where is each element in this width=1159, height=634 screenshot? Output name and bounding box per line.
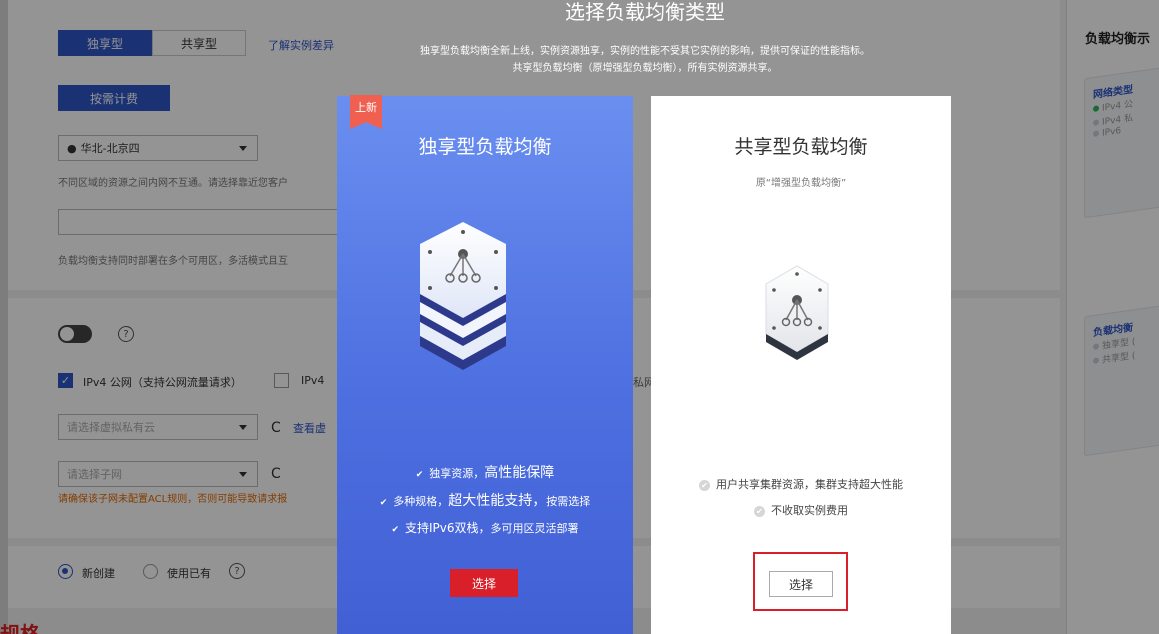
dedicated-server-stack-icon <box>420 222 506 370</box>
check-icon: ✔ <box>754 505 765 517</box>
shared-feature: ✔ 用户共享集群资源，集群支持超大性能 <box>651 476 951 492</box>
dedicated-feature: ✔ 支持IPv6双栈，多可用区灵活部署 <box>391 521 579 535</box>
check-icon: ✔ <box>699 479 710 491</box>
shared-server-icon <box>765 265 829 360</box>
dedicated-lb-title: 独享型负载均衡 <box>418 136 552 158</box>
select-dedicated-button[interactable]: 选择 <box>450 569 518 597</box>
check-icon: ✔ <box>391 525 400 535</box>
modal-description-line1: 独享型负载均衡全新上线，实例资源独享，实例的性能不受其它实例的影响，提供可保证的… <box>420 46 870 57</box>
dedicated-feature: ✔ 多种规格，超大性能支持，按需选择 <box>379 493 591 509</box>
modal-description-line2: 共享型负载均衡（原增强型负载均衡），所有实例资源共享。 <box>512 63 778 74</box>
shared-feature: ✔ 不收取实例费用 <box>651 502 951 518</box>
check-icon: ✔ <box>379 498 388 508</box>
shared-lb-title: 共享型负载均衡 <box>734 136 868 158</box>
check-icon: ✔ <box>415 470 424 480</box>
modal-title: 选择负载均衡类型 <box>565 0 725 24</box>
shared-lb-subtitle: 原“增强型负载均衡” <box>755 178 847 189</box>
select-shared-button[interactable]: 选择 <box>769 571 833 597</box>
dedicated-feature: ✔ 独享资源，高性能保障 <box>415 465 555 481</box>
